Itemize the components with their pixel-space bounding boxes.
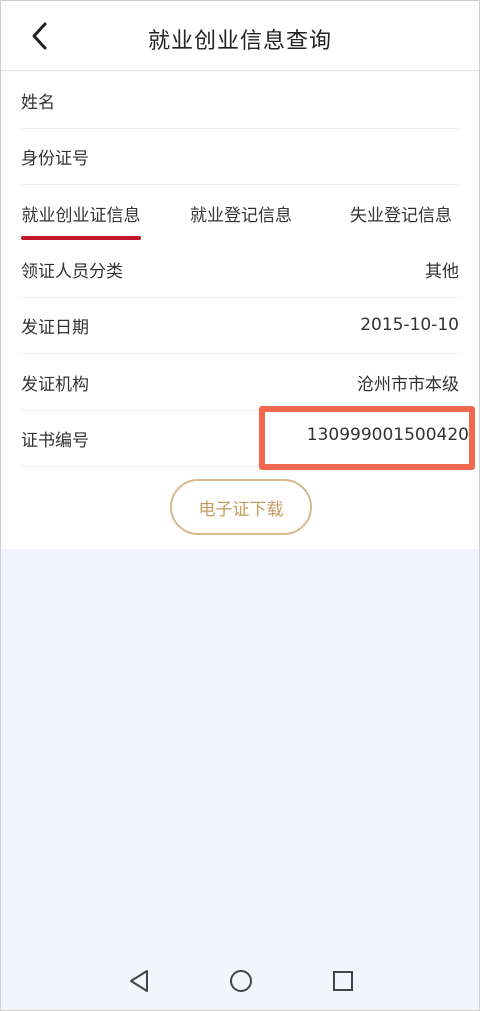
nav-home-button[interactable] (224, 964, 258, 998)
name-label: 姓名 (21, 92, 55, 113)
name-row: 姓名 (21, 72, 459, 129)
tab-employment-registration[interactable]: 就业登记信息 (177, 185, 305, 242)
square-recents-icon (333, 971, 353, 991)
e-certificate-download-button[interactable]: 电子证下载 (170, 479, 312, 535)
certificate-number-label: 证书编号 (21, 430, 89, 451)
issuing-authority-value: 沧州市市本级 (357, 374, 459, 395)
page-title: 就业创业信息查询 (147, 29, 332, 54)
issue-date-row: 发证日期 2015-10-10 (21, 297, 459, 354)
holder-category-label: 领证人员分类 (21, 261, 123, 282)
info-tabs: 就业创业证信息 就业登记信息 失业登记信息 (1, 185, 479, 242)
holder-category-value: 其他 (425, 261, 459, 282)
app-frame: 就业创业信息查询 姓名 身份证号 就业创业证信息 就业登记信息 失业登记信息 领… (0, 0, 480, 1011)
issuing-authority-row: 发证机构 沧州市市本级 (21, 354, 459, 411)
content-panel: 姓名 身份证号 就业创业证信息 就业登记信息 失业登记信息 领证人员分类 其他 … (1, 72, 479, 549)
header-bar: 就业创业信息查询 (1, 1, 479, 71)
active-tab-indicator (21, 236, 141, 240)
issue-date-label: 发证日期 (21, 317, 89, 338)
tab-employment-certificate[interactable]: 就业创业证信息 (13, 185, 149, 242)
tab-unemployment-registration[interactable]: 失业登记信息 (337, 185, 465, 242)
triangle-back-icon (130, 970, 148, 992)
issuing-authority-label: 发证机构 (21, 374, 89, 395)
issue-date-value: 2015-10-10 (360, 315, 459, 335)
holder-category-row: 领证人员分类 其他 (21, 241, 459, 298)
id-number-row: 身份证号 (21, 128, 459, 185)
circle-home-icon (230, 970, 252, 992)
nav-recents-button[interactable] (326, 964, 360, 998)
nav-back-button[interactable] (122, 964, 156, 998)
id-number-label: 身份证号 (21, 148, 89, 169)
system-navbar (1, 952, 479, 1010)
certificate-number-value: 130999001500420 (306, 425, 469, 445)
